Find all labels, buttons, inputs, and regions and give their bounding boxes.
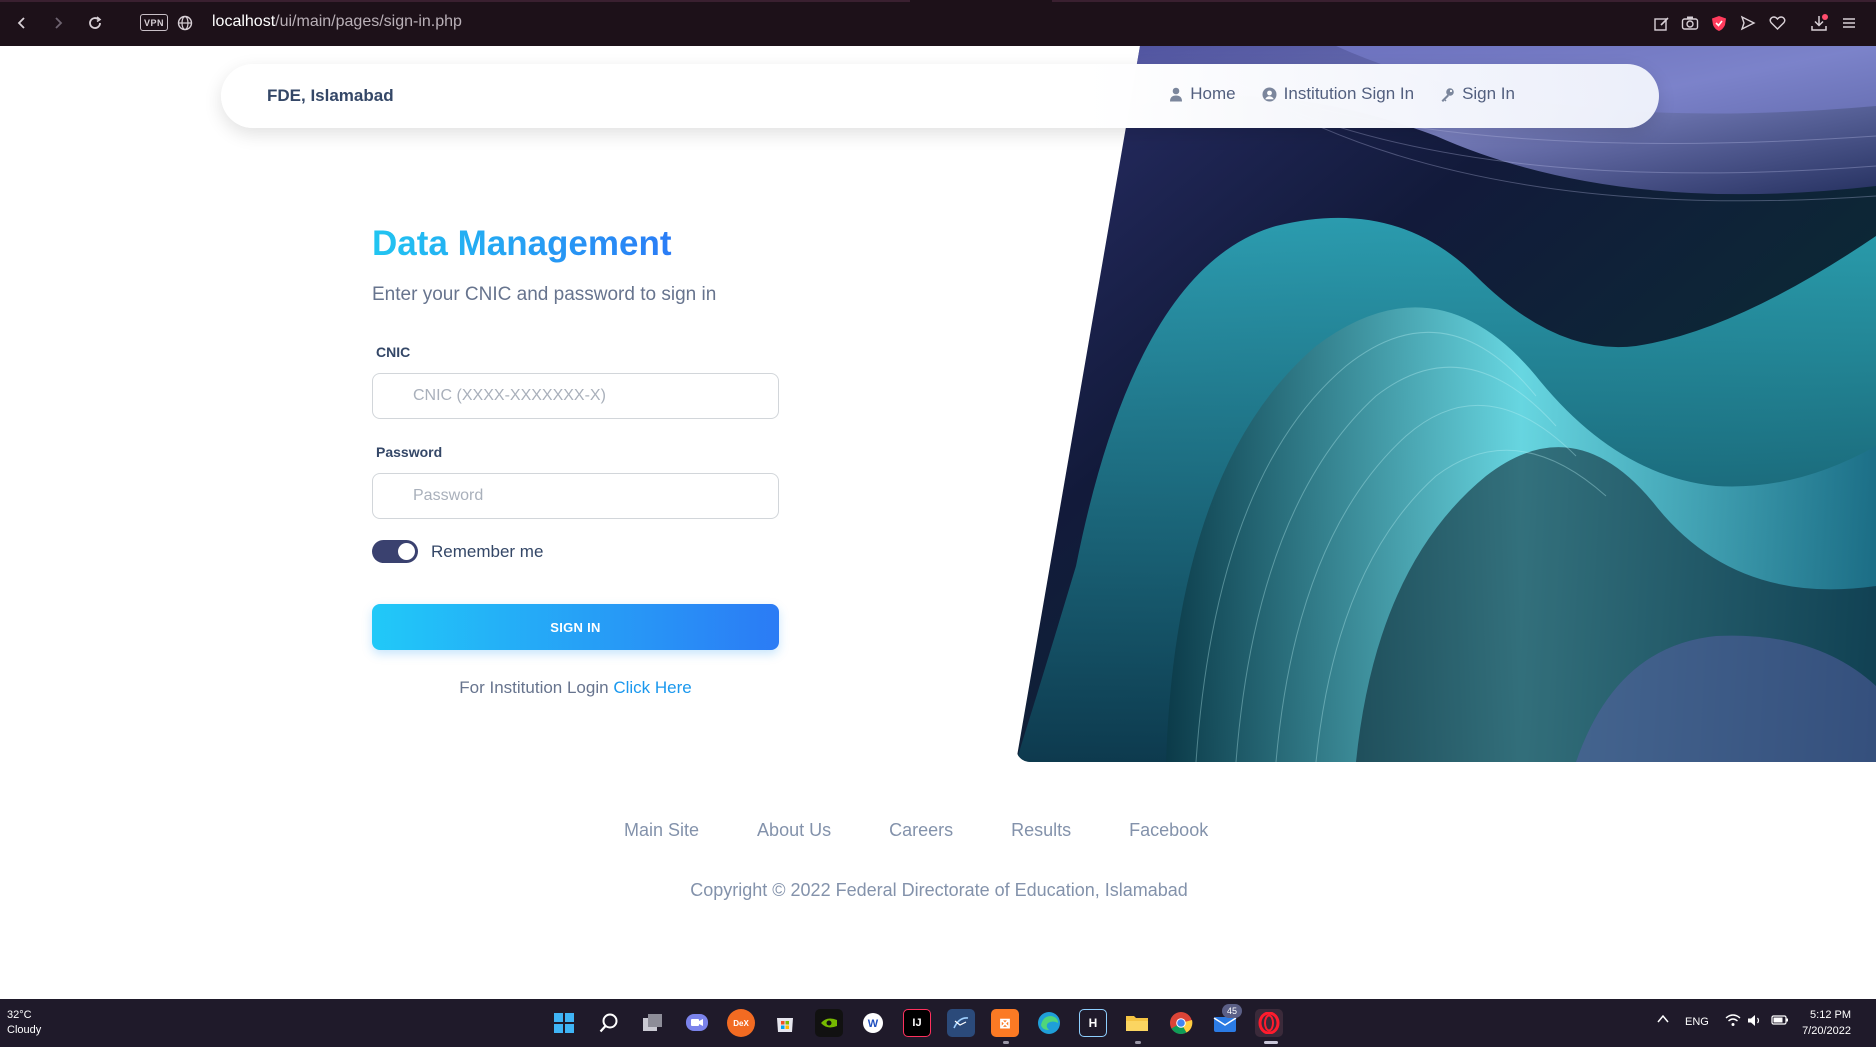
reload-icon[interactable] bbox=[83, 11, 107, 35]
url-path: /ui/main/pages/sign-in.php bbox=[275, 13, 462, 30]
volume-icon[interactable] bbox=[1747, 1014, 1763, 1030]
url-host: localhost bbox=[212, 13, 276, 30]
institution-login-text: For Institution Login bbox=[459, 678, 609, 697]
file-explorer-icon[interactable] bbox=[1123, 1009, 1151, 1037]
nav-institution-label: Institution Sign In bbox=[1283, 84, 1415, 103]
hero-background-image bbox=[1016, 46, 1876, 762]
battery-icon[interactable] bbox=[1771, 1014, 1789, 1029]
browser-toolbar: VPN localhost/ui/main/pages/sign-in.php bbox=[0, 0, 1876, 46]
wifi-icon[interactable] bbox=[1725, 1014, 1741, 1030]
remember-me-toggle[interactable] bbox=[372, 540, 418, 563]
chrome-icon[interactable] bbox=[1167, 1009, 1195, 1037]
menu-icon[interactable] bbox=[1838, 12, 1860, 34]
forward-icon[interactable] bbox=[46, 11, 70, 35]
page-title: Data Management bbox=[372, 224, 672, 263]
language-indicator[interactable]: ENG bbox=[1685, 1016, 1709, 1028]
task-view-icon[interactable] bbox=[639, 1009, 667, 1037]
start-menu-icon[interactable] bbox=[550, 1009, 578, 1037]
mail-badge: 45 bbox=[1222, 1004, 1242, 1018]
cnic-input[interactable] bbox=[372, 373, 779, 419]
weather-desc: Cloudy bbox=[7, 1024, 42, 1036]
os-taskbar: 32°C Cloudy DeX W IJ ⊠ H 45 ENG 5:12 PM … bbox=[0, 999, 1876, 1047]
vpn-badge[interactable]: VPN bbox=[140, 14, 168, 31]
user-circle-icon bbox=[1262, 87, 1277, 102]
download-icon[interactable] bbox=[1808, 12, 1830, 34]
password-label: Password bbox=[376, 444, 443, 460]
search-icon[interactable] bbox=[595, 1009, 623, 1037]
globe-icon[interactable] bbox=[173, 11, 197, 35]
nav-home-link[interactable]: Home bbox=[1169, 84, 1236, 104]
camera-icon[interactable] bbox=[1679, 12, 1701, 34]
remember-me-label[interactable]: Remember me bbox=[431, 542, 543, 562]
running-indicator bbox=[1135, 1041, 1141, 1044]
footer-link-results[interactable]: Results bbox=[1011, 820, 1071, 841]
heart-icon[interactable] bbox=[1766, 12, 1788, 34]
sign-in-button[interactable]: SIGN IN bbox=[372, 604, 779, 650]
store-icon[interactable] bbox=[771, 1009, 799, 1037]
address-bar[interactable]: localhost/ui/main/pages/sign-in.php bbox=[212, 13, 462, 31]
weather-temp: 32°C bbox=[7, 1009, 32, 1021]
mysql-workbench-icon[interactable] bbox=[947, 1009, 975, 1037]
terminal-app-icon[interactable]: H bbox=[1079, 1009, 1107, 1037]
opera-icon[interactable] bbox=[1255, 1009, 1283, 1037]
wps-icon[interactable]: W bbox=[859, 1009, 887, 1037]
footer-links: Main Site About Us Careers Results Faceb… bbox=[624, 820, 1266, 841]
institution-login-link[interactable]: Click Here bbox=[613, 678, 691, 697]
nav-links: Home Institution Sign In Sign In bbox=[1169, 84, 1515, 104]
teams-chat-icon[interactable] bbox=[683, 1009, 711, 1037]
footer-link-about-us[interactable]: About Us bbox=[757, 820, 831, 841]
xampp-icon[interactable]: ⊠ bbox=[991, 1009, 1019, 1037]
nav-institution-signin-link[interactable]: Institution Sign In bbox=[1262, 84, 1414, 104]
toggle-knob bbox=[398, 543, 415, 560]
svg-text:W: W bbox=[868, 1018, 879, 1030]
nvidia-icon[interactable] bbox=[815, 1009, 843, 1037]
nav-signin-link[interactable]: Sign In bbox=[1440, 84, 1515, 104]
password-input[interactable] bbox=[372, 473, 779, 519]
send-icon[interactable] bbox=[1737, 12, 1759, 34]
system-clock[interactable]: 5:12 PM 7/20/2022 bbox=[1802, 1007, 1851, 1039]
nav-home-label: Home bbox=[1190, 84, 1236, 103]
nav-signin-label: Sign In bbox=[1462, 84, 1515, 103]
page-subtitle: Enter your CNIC and password to sign in bbox=[372, 284, 717, 305]
footer-link-facebook[interactable]: Facebook bbox=[1129, 820, 1208, 841]
clock-date: 7/20/2022 bbox=[1802, 1025, 1851, 1037]
chevron-up-icon[interactable] bbox=[1656, 1013, 1670, 1028]
edit-icon[interactable] bbox=[1650, 12, 1672, 34]
sign-in-page: FDE, Islamabad Home Institution Sign In … bbox=[2, 46, 1876, 999]
user-icon bbox=[1169, 87, 1183, 102]
clock-time: 5:12 PM bbox=[1810, 1009, 1851, 1021]
footer-link-main-site[interactable]: Main Site bbox=[624, 820, 699, 841]
copyright-text: Copyright © 2022 Federal Directorate of … bbox=[690, 880, 1188, 900]
top-navbar: FDE, Islamabad Home Institution Sign In … bbox=[221, 64, 1659, 128]
shield-icon[interactable] bbox=[1708, 12, 1730, 34]
back-icon[interactable] bbox=[10, 11, 34, 35]
active-indicator bbox=[1264, 1041, 1278, 1044]
jetbrains-icon[interactable]: IJ bbox=[903, 1009, 931, 1037]
footer-link-careers[interactable]: Careers bbox=[889, 820, 953, 841]
cnic-label: CNIC bbox=[376, 344, 411, 360]
edge-icon[interactable] bbox=[1035, 1009, 1063, 1037]
brand-logo-text[interactable]: FDE, Islamabad bbox=[267, 86, 394, 106]
institution-login-prompt: For Institution Login Click Here bbox=[372, 678, 779, 698]
weather-widget[interactable]: 32°C Cloudy bbox=[7, 1008, 41, 1038]
tab-strip-edge bbox=[0, 0, 910, 2]
key-icon bbox=[1440, 87, 1455, 102]
tab-strip-edge bbox=[1052, 0, 1876, 2]
running-indicator bbox=[1003, 1041, 1009, 1044]
dex-app-icon[interactable]: DeX bbox=[727, 1009, 755, 1037]
